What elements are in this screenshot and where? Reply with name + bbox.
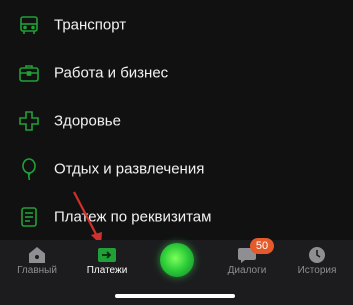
home-icon xyxy=(27,246,47,264)
menu-item-label: Транспорт xyxy=(54,16,127,34)
tab-label: История xyxy=(297,265,337,276)
dialogs-badge: 50 xyxy=(250,238,274,254)
menu-item-label: Платеж по реквизитам xyxy=(54,208,212,226)
home-indicator[interactable] xyxy=(115,294,235,298)
tab-label: Главный xyxy=(17,265,57,276)
tab-label: Платежи xyxy=(86,265,128,276)
tab-history[interactable]: История xyxy=(282,240,352,288)
document-icon xyxy=(18,206,40,228)
tab-label: Диалоги xyxy=(227,265,267,276)
tab-home[interactable]: Главный xyxy=(2,240,72,288)
menu-item-work-business[interactable]: Работа и бизнес xyxy=(0,49,353,97)
menu-item-label: Работа и бизнес xyxy=(54,64,169,82)
bus-icon xyxy=(18,14,40,36)
payments-category-list: Транспорт Работа и бизнес Здоровье Отдых… xyxy=(0,0,353,240)
briefcase-icon xyxy=(18,62,40,84)
menu-item-label: Здоровье xyxy=(54,112,121,130)
clock-icon xyxy=(307,246,327,264)
payments-icon xyxy=(97,246,117,264)
assistant-orb-icon[interactable] xyxy=(160,243,194,277)
menu-item-leisure[interactable]: Отдых и развлечения xyxy=(0,145,353,193)
tab-payments[interactable]: Платежи xyxy=(72,240,142,288)
menu-item-transport[interactable]: Транспорт xyxy=(0,1,353,49)
menu-item-payment-by-details[interactable]: Платеж по реквизитам xyxy=(0,193,353,241)
balloon-icon xyxy=(18,158,40,180)
menu-item-label: Отдых и развлечения xyxy=(54,160,205,178)
health-cross-icon xyxy=(18,110,40,132)
menu-item-health[interactable]: Здоровье xyxy=(0,97,353,145)
